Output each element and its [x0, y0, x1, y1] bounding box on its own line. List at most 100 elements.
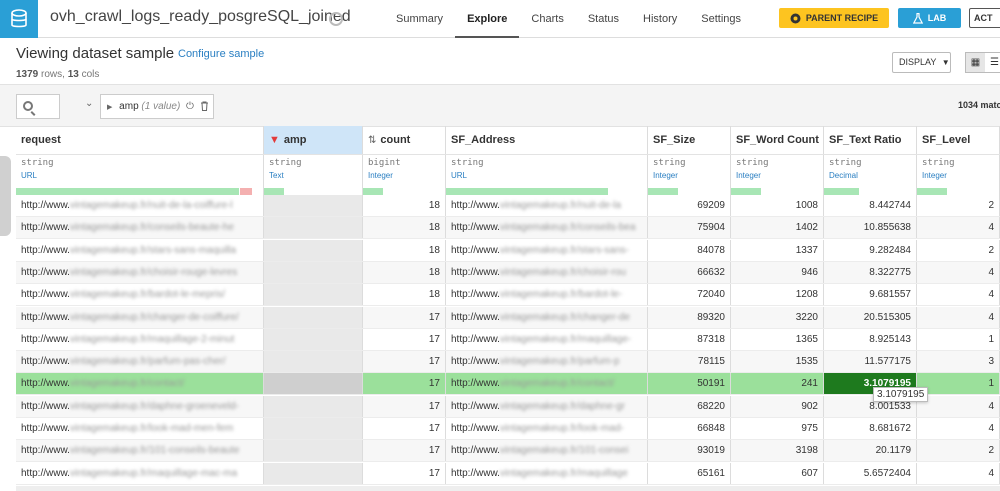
- cell-words[interactable]: 1337: [731, 239, 824, 261]
- cell-words[interactable]: 975: [731, 418, 824, 439]
- cell-ratio[interactable]: 8.681672: [824, 418, 917, 439]
- cell-amp[interactable]: [264, 351, 363, 373]
- cell-address[interactable]: http://www.vintagemakeup.fr/bardot-le-: [446, 284, 648, 306]
- cell-level[interactable]: 1: [917, 328, 1000, 350]
- display-dropdown[interactable]: DISPLAY ▼: [892, 52, 951, 73]
- cell-size[interactable]: 89320: [648, 306, 731, 328]
- cell-ratio[interactable]: 8.442744: [824, 195, 917, 216]
- configure-sample-link[interactable]: Configure sample: [178, 48, 264, 60]
- dataset-name[interactable]: ovh_crawl_logs_ready_posgreSQL_joined: [50, 8, 351, 26]
- meaning-link[interactable]: Integer: [736, 171, 823, 180]
- cell-request[interactable]: http://www.vintagemakeup.fr/bardot-le-me…: [16, 284, 264, 306]
- table-row[interactable]: http://www.vintagemakeup.fr/nuit-de-la-c…: [16, 195, 1000, 217]
- cell-level[interactable]: 1: [917, 373, 1000, 395]
- cell-count[interactable]: 18: [363, 239, 446, 261]
- cell-size[interactable]: 78115: [648, 351, 731, 373]
- cell-address[interactable]: http://www.vintagemakeup.fr/daphne-gr: [446, 395, 648, 417]
- cell-size[interactable]: 65161: [648, 462, 731, 484]
- cell-ratio[interactable]: 11.577175: [824, 351, 917, 373]
- cell-words[interactable]: 3220: [731, 306, 824, 328]
- cell-words[interactable]: 3198: [731, 440, 824, 462]
- meaning-link[interactable]: Decimal: [829, 171, 916, 180]
- cell-size[interactable]: 84078: [648, 239, 731, 261]
- cell-words[interactable]: 946: [731, 261, 824, 283]
- cell-ratio[interactable]: 5.6572404: [824, 462, 917, 484]
- column-header-address[interactable]: SF_Address: [446, 126, 648, 154]
- cell-count[interactable]: 17: [363, 328, 446, 350]
- cell-level[interactable]: 4: [917, 462, 1000, 484]
- cell-amp[interactable]: [264, 418, 363, 439]
- table-row[interactable]: http://www.vintagemakeup.fr/look-mad-men…: [16, 418, 1000, 440]
- cell-address[interactable]: http://www.vintagemakeup.fr/nuit-de-la: [446, 195, 648, 216]
- column-header-words[interactable]: SF_Word Count: [731, 126, 824, 154]
- meaning-link[interactable]: URL: [451, 171, 647, 180]
- cell-count[interactable]: 18: [363, 284, 446, 306]
- cell-words[interactable]: 1535: [731, 351, 824, 373]
- table-view-icon[interactable]: ▦: [966, 53, 985, 72]
- cell-level[interactable]: 4: [917, 284, 1000, 306]
- filter-chip-amp[interactable]: ▶ amp (1 value) ⏻: [100, 94, 214, 119]
- cell-size[interactable]: 72040: [648, 284, 731, 306]
- cell-address[interactable]: http://www.vintagemakeup.fr/maquillage: [446, 462, 648, 484]
- actions-button[interactable]: ACT: [969, 8, 1000, 28]
- cell-level[interactable]: 2: [917, 440, 1000, 462]
- table-row[interactable]: http://www.vintagemakeup.fr/choisir-roug…: [16, 261, 1000, 284]
- cell-amp[interactable]: [264, 195, 363, 216]
- table-row[interactable]: http://www.vintagemakeup.fr/bardot-le-me…: [16, 284, 1000, 307]
- sort-icon[interactable]: ⇅: [368, 135, 376, 146]
- tab-explore[interactable]: Explore: [455, 0, 520, 38]
- cell-address[interactable]: http://www.vintagemakeup.fr/maquillage-: [446, 328, 648, 350]
- table-row[interactable]: http://www.vintagemakeup.fr/maquillage-2…: [16, 328, 1000, 351]
- cell-request[interactable]: http://www.vintagemakeup.fr/choisir-roug…: [16, 261, 264, 283]
- cell-amp[interactable]: [264, 395, 363, 417]
- table-row[interactable]: http://www.vintagemakeup.fr/stars-sans-m…: [16, 239, 1000, 262]
- cell-address[interactable]: http://www.vintagemakeup.fr/parfum-p: [446, 351, 648, 373]
- cell-words[interactable]: 1402: [731, 217, 824, 239]
- column-header-size[interactable]: SF_Size: [648, 126, 731, 154]
- cell-request[interactable]: http://www.vintagemakeup.fr/maquillage-2…: [16, 328, 264, 350]
- cell-amp[interactable]: [264, 284, 363, 306]
- table-row[interactable]: http://www.vintagemakeup.fr/parfum-pas-c…: [16, 351, 1000, 374]
- cell-ratio[interactable]: 9.681557: [824, 284, 917, 306]
- cell-size[interactable]: 66848: [648, 418, 731, 439]
- cell-count[interactable]: 17: [363, 373, 446, 395]
- cell-words[interactable]: 1008: [731, 195, 824, 216]
- table-row[interactable]: http://www.vintagemakeup.fr/maquillage-m…: [16, 462, 1000, 485]
- cell-count[interactable]: 17: [363, 418, 446, 439]
- column-header-request[interactable]: request: [16, 126, 264, 154]
- cell-amp[interactable]: [264, 328, 363, 350]
- column-header-level[interactable]: SF_Level: [917, 126, 1000, 154]
- meaning-link[interactable]: Integer: [922, 171, 999, 180]
- cell-size[interactable]: 68220: [648, 395, 731, 417]
- cell-count[interactable]: 17: [363, 440, 446, 462]
- table-row[interactable]: http://www.vintagemakeup.fr/contact/17 ht…: [16, 373, 1000, 396]
- horizontal-scrollbar[interactable]: [16, 486, 1000, 491]
- cell-words[interactable]: 1208: [731, 284, 824, 306]
- cell-ratio[interactable]: 20.515305: [824, 306, 917, 328]
- cell-level[interactable]: 4: [917, 418, 1000, 439]
- cell-amp[interactable]: [264, 261, 363, 283]
- cell-address[interactable]: http://www.vintagemakeup.fr/contact/: [446, 373, 648, 395]
- cell-amp[interactable]: [264, 440, 363, 462]
- cell-size[interactable]: 87318: [648, 328, 731, 350]
- meaning-link[interactable]: Integer: [653, 171, 730, 180]
- cell-level[interactable]: 3: [917, 351, 1000, 373]
- cell-amp[interactable]: [264, 217, 363, 239]
- cell-size[interactable]: 66632: [648, 261, 731, 283]
- cell-request[interactable]: http://www.vintagemakeup.fr/conseils-bea…: [16, 217, 264, 239]
- cell-size[interactable]: 93019: [648, 440, 731, 462]
- meaning-link[interactable]: Text: [269, 171, 362, 180]
- parent-recipe-button[interactable]: PARENT RECIPE: [779, 8, 889, 28]
- table-row[interactable]: http://www.vintagemakeup.fr/daphne-groen…: [16, 395, 1000, 418]
- cell-level[interactable]: 2: [917, 239, 1000, 261]
- table-row[interactable]: http://www.vintagemakeup.fr/101-conseils…: [16, 440, 1000, 463]
- cell-level[interactable]: 4: [917, 395, 1000, 417]
- cell-address[interactable]: http://www.vintagemakeup.fr/conseils-bea: [446, 217, 648, 239]
- cell-ratio[interactable]: 8.925143: [824, 328, 917, 350]
- column-header-ratio[interactable]: SF_Text Ratio: [824, 126, 917, 154]
- table-row[interactable]: http://www.vintagemakeup.fr/conseils-bea…: [16, 217, 1000, 240]
- cell-ratio[interactable]: 8.322775: [824, 261, 917, 283]
- cell-count[interactable]: 18: [363, 195, 446, 216]
- cell-count[interactable]: 17: [363, 395, 446, 417]
- cell-request[interactable]: http://www.vintagemakeup.fr/parfum-pas-c…: [16, 351, 264, 373]
